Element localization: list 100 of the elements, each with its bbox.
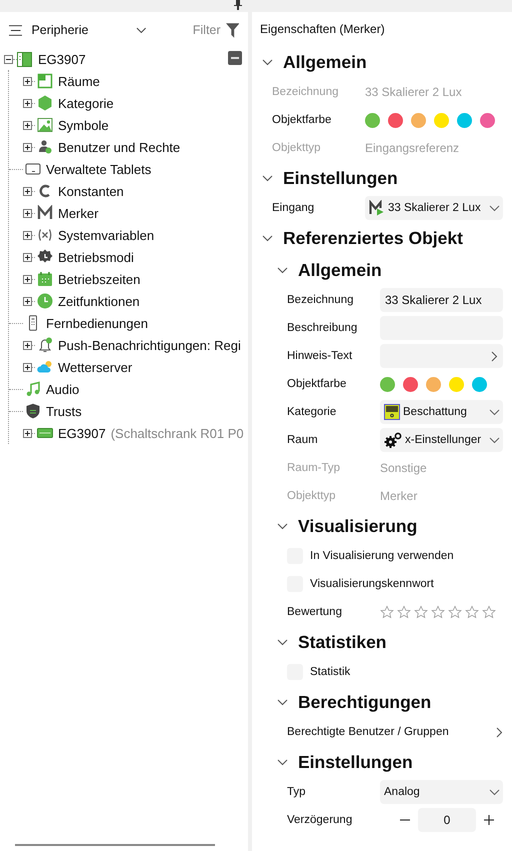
checkbox-label: Visualisierungskennwort <box>310 578 434 590</box>
decrement-button[interactable] <box>398 817 412 823</box>
expand-toggle[interactable] <box>23 252 32 262</box>
chevron-down-icon[interactable] <box>277 756 288 768</box>
expand-toggle[interactable] <box>23 76 32 86</box>
tree-item[interactable]: Räume <box>58 74 100 88</box>
input-field[interactable]: 33 Skalierer 2 Lux <box>380 288 503 312</box>
color-swatch[interactable] <box>411 112 426 128</box>
expand-toggle[interactable] <box>23 362 32 372</box>
dropdown[interactable]: 33 Skalierer 2 Lux <box>365 196 503 220</box>
chevron-down-icon <box>489 436 500 444</box>
color-swatch[interactable] <box>449 376 464 392</box>
expand-toggle[interactable] <box>23 340 32 350</box>
view-dropdown[interactable]: Peripherie <box>22 23 136 37</box>
tree-item[interactable]: Systemvariablen <box>58 228 154 242</box>
menu-icon[interactable] <box>9 24 22 36</box>
collapse-toggle[interactable] <box>4 54 13 64</box>
tree-item[interactable]: Konstanten <box>58 184 124 198</box>
color-swatch[interactable] <box>457 112 472 128</box>
shield-icon <box>25 403 41 419</box>
controller-icon <box>17 52 32 66</box>
field-label: Hinweis-Text <box>287 350 354 362</box>
expand-toggle[interactable] <box>23 186 32 196</box>
field-label: Raum-Typ <box>287 462 342 474</box>
star-icon <box>431 605 445 619</box>
color-swatch[interactable] <box>434 112 449 128</box>
tree-item[interactable]: EG3907 <box>38 52 86 66</box>
chevron-down-icon <box>489 788 500 796</box>
star-rating[interactable] <box>380 605 496 619</box>
tree-item[interactable]: Zeitfunktionen <box>58 294 140 308</box>
tree-item[interactable]: Wetterserver <box>58 360 132 374</box>
tree-item[interactable]: Benutzer und Rechte <box>58 140 180 154</box>
tree-item[interactable]: Push-Benachrichtigungen: Regi <box>58 338 241 352</box>
tree-item[interactable]: Trusts <box>46 404 82 418</box>
tree-item[interactable]: Verwaltete Tablets <box>46 162 152 176</box>
field-label: Objekttyp <box>287 490 337 502</box>
expand-toggle[interactable] <box>23 120 32 130</box>
checkbox-label: In Visualisierung verwenden <box>310 550 454 562</box>
tree-item[interactable]: EG3907 <box>58 426 106 440</box>
text-link-field[interactable] <box>380 344 503 368</box>
chevron-down-icon[interactable] <box>262 232 273 244</box>
device-icon <box>37 425 53 441</box>
field-label: Objektfarbe <box>272 114 332 126</box>
expand-toggle[interactable] <box>23 98 32 108</box>
color-swatch[interactable] <box>426 376 441 392</box>
collapse-all-button[interactable] <box>228 51 242 65</box>
filter-label: Filter <box>192 23 221 37</box>
dropdown[interactable]: Beschattung <box>380 400 503 424</box>
chevron-down-icon[interactable] <box>277 696 288 708</box>
tree-item[interactable]: Fernbedienungen <box>46 316 148 330</box>
increment-button[interactable] <box>482 813 496 827</box>
chevron-down-icon[interactable] <box>262 172 273 184</box>
tree-item[interactable]: Kategorie <box>58 96 114 110</box>
tree-item[interactable]: Merker <box>58 206 98 220</box>
bell-icon <box>37 337 53 353</box>
color-swatch[interactable] <box>365 112 380 128</box>
tree-item[interactable]: Audio <box>46 382 80 396</box>
chevron-down-icon[interactable] <box>262 56 273 68</box>
dropdown[interactable]: x-Einstellunger <box>380 428 503 452</box>
color-swatch[interactable] <box>472 376 487 392</box>
star-icon <box>448 605 462 619</box>
field-value: Sonstige <box>380 461 427 475</box>
field-label: Eingang <box>272 202 316 214</box>
color-swatch[interactable] <box>403 376 418 392</box>
tree-item[interactable]: Betriebsmodi <box>58 250 134 264</box>
color-swatch[interactable] <box>380 376 395 392</box>
variable-icon <box>37 227 53 243</box>
chevron-down-icon[interactable] <box>277 520 288 532</box>
marker-play-icon <box>369 200 385 216</box>
field-value: Eingangsreferenz <box>365 141 460 155</box>
section-heading: Statistiken <box>298 632 386 652</box>
expand-toggle[interactable] <box>23 428 32 438</box>
chevron-down-icon[interactable] <box>277 636 288 648</box>
filter-icon[interactable] <box>226 22 239 38</box>
section-heading: Allgemein <box>298 260 382 280</box>
field-label: Beschreibung <box>287 322 358 334</box>
color-swatch[interactable] <box>388 112 403 128</box>
expand-toggle[interactable] <box>23 142 32 152</box>
expand-toggle[interactable] <box>23 208 32 218</box>
calendar-icon <box>37 271 53 287</box>
chevron-down-icon[interactable] <box>136 26 147 34</box>
tree-item[interactable]: Symbole <box>58 118 109 132</box>
star-icon <box>397 605 411 619</box>
expand-toggle[interactable] <box>23 296 32 306</box>
scrollbar-thumb[interactable] <box>15 844 215 846</box>
section-heading: Einstellungen <box>283 168 398 188</box>
section-heading: Visualisierung <box>298 516 418 536</box>
chevron-down-icon[interactable] <box>277 264 288 276</box>
navigation-row[interactable]: Berechtigte Benutzer / Gruppen <box>252 718 512 746</box>
chevron-down-icon <box>489 408 500 416</box>
expand-toggle[interactable] <box>23 230 32 240</box>
star-icon <box>482 605 496 619</box>
pin-icon[interactable] <box>234 0 242 10</box>
color-swatch[interactable] <box>480 112 495 128</box>
number-field[interactable]: 0 <box>418 808 476 832</box>
field-label: Bezeichnung <box>287 294 354 306</box>
tree-item[interactable]: Betriebszeiten <box>58 272 140 286</box>
field-label: Bezeichnung <box>272 86 340 98</box>
dropdown[interactable]: Analog <box>380 780 503 804</box>
expand-toggle[interactable] <box>23 274 32 284</box>
